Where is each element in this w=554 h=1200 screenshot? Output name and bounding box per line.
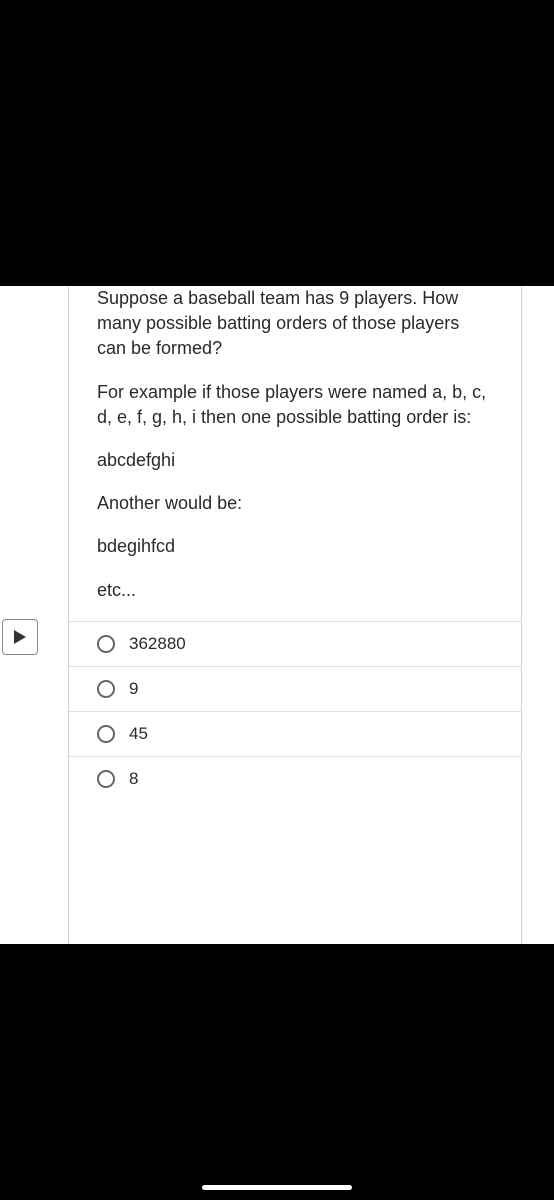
option-row[interactable]: 362880 — [69, 621, 521, 666]
question-body: Suppose a baseball team has 9 players. H… — [69, 286, 521, 603]
main-panel: Suppose a baseball team has 9 players. H… — [68, 286, 522, 944]
option-row[interactable]: 45 — [69, 711, 521, 756]
option-row[interactable]: 8 — [69, 756, 521, 801]
option-label: 9 — [129, 679, 138, 699]
question-paragraph: Another would be: — [97, 491, 493, 516]
content-wrapper: Suppose a baseball team has 9 players. H… — [0, 286, 554, 944]
option-label: 362880 — [129, 634, 186, 654]
option-label: 45 — [129, 724, 148, 744]
radio-icon — [97, 725, 115, 743]
question-paragraph: For example if those players were named … — [97, 380, 493, 430]
scrollbar[interactable] — [548, 400, 554, 940]
play-icon — [14, 630, 26, 644]
question-paragraph: Suppose a baseball team has 9 players. H… — [97, 286, 493, 362]
home-indicator[interactable] — [202, 1185, 352, 1190]
play-button[interactable] — [2, 619, 38, 655]
radio-icon — [97, 680, 115, 698]
radio-icon — [97, 770, 115, 788]
option-row[interactable]: 9 — [69, 666, 521, 711]
radio-icon — [97, 635, 115, 653]
option-label: 8 — [129, 769, 138, 789]
answer-options: 362880 9 45 8 — [69, 621, 521, 801]
question-paragraph: abcdefghi — [97, 448, 493, 473]
question-paragraph: etc... — [97, 578, 493, 603]
question-paragraph: bdegihfcd — [97, 534, 493, 559]
left-gutter — [0, 286, 68, 944]
